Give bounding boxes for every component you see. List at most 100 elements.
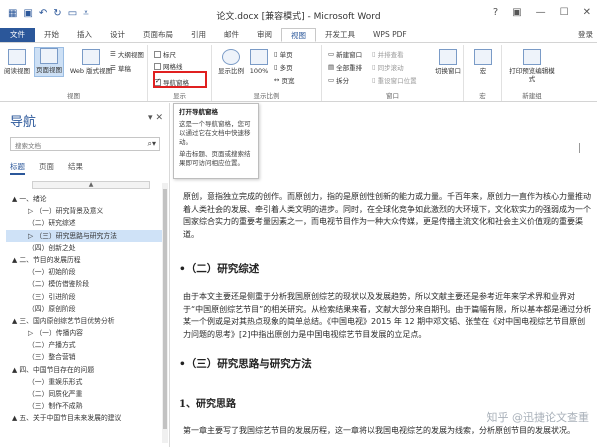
scrollbar-thumb[interactable] — [163, 189, 167, 429]
heading-research-method[interactable]: •（三）研究思路与研究方法 — [179, 356, 312, 371]
paragraph-intro[interactable]: 原创，意指独立完成的创作。而原创力，指的是原创性创新的能力或力量。千百年来，原创… — [183, 191, 593, 241]
tab-references[interactable]: 引用 — [182, 28, 215, 42]
read-mode-button[interactable]: 阅读视图 — [4, 49, 30, 75]
tab-wps-pdf[interactable]: WPS PDF — [364, 28, 416, 42]
nav-heading-item[interactable]: （二）模仿借鉴阶段 — [6, 278, 166, 290]
tab-pages[interactable]: 页面 — [39, 161, 54, 175]
nav-heading-item[interactable]: （二）产播方式 — [6, 339, 166, 351]
web-layout-button[interactable]: Web 版式视图 — [66, 49, 116, 75]
sync-scroll-button[interactable]: ▯ 同步滚动 — [372, 62, 404, 72]
tab-view[interactable]: 视图 — [281, 28, 316, 42]
nav-heading-label: （三）引进阶段 — [28, 292, 76, 301]
title-bar: ▦ ▣ ↶ ↻ ▭ ⩡ 论文.docx [兼容模式] - Microsoft W… — [0, 0, 597, 28]
split-button[interactable]: ▭ 拆分 — [328, 75, 349, 85]
multiple-pages-label: 多页 — [279, 64, 293, 72]
nav-heading-item[interactable]: ▲ 四、中国节目存在的问题 — [6, 364, 166, 376]
tab-design[interactable]: 设计 — [101, 28, 134, 42]
nav-heading-item[interactable]: ▲ 三、国内原创综艺节目优势分析 — [6, 315, 166, 327]
new-window-button[interactable]: ▭ 新建窗口 — [328, 49, 362, 59]
navigation-tabs: 标题 页面 结果 — [10, 161, 83, 175]
tab-headings[interactable]: 标题 — [10, 161, 25, 175]
nav-heading-item[interactable]: （四）原创阶段 — [6, 303, 166, 315]
ruler-checkbox[interactable]: 标尺 — [154, 49, 176, 59]
print-preview-edit-button[interactable]: 打印预览编辑模式 — [508, 49, 556, 83]
multiple-pages-button[interactable]: ▯ 多页 — [274, 62, 293, 72]
draft-view-button[interactable]: ☰ 草稿 — [110, 63, 131, 73]
print-layout-button[interactable]: 页面视图 — [34, 47, 64, 77]
tab-home[interactable]: 开始 — [35, 28, 68, 42]
nav-heading-item[interactable]: （二）同质化严重 — [6, 388, 166, 400]
sync-scroll-icon: ▯ — [372, 63, 376, 71]
minimize-button[interactable]: — — [536, 7, 546, 18]
nav-heading-item[interactable]: （一）重娱乐形式 — [6, 376, 166, 388]
tab-insert[interactable]: 插入 — [68, 28, 101, 42]
nav-heading-label: （二）同质化严重 — [28, 390, 83, 398]
page-width-button[interactable]: ↔ 页宽 — [274, 75, 294, 85]
zoom-button[interactable]: 显示比例 — [216, 49, 246, 75]
navigation-pane-highlight — [153, 71, 207, 88]
nav-heading-label: ▲ 四、中国节目存在的问题 — [12, 365, 95, 374]
paragraph-review[interactable]: 由于本文主要还是侧重于分析我国原创综艺的现状以及发展趋势，所以文献主要还是参考近… — [183, 291, 593, 341]
one-page-label: 单页 — [279, 51, 293, 59]
nav-heading-item[interactable]: （三）引进阶段 — [6, 291, 166, 303]
new-window-label: 新建窗口 — [336, 51, 363, 59]
nav-heading-item[interactable]: （四）创新之处 — [6, 242, 166, 254]
nav-heading-item[interactable]: ▲ 五、关于中国节目未来发展的建议 — [6, 412, 166, 424]
search-document-input[interactable]: 搜索文档 ⌕▾ — [10, 137, 160, 151]
arrange-all-button[interactable]: ▤ 全部重排 — [328, 62, 362, 72]
ruler-check-icon — [154, 50, 161, 58]
page-width-label: 页宽 — [281, 77, 295, 85]
heading-research-idea[interactable]: 1、研究思路 — [179, 395, 236, 410]
search-icon[interactable]: ⌕▾ — [148, 139, 157, 149]
nav-heading-item[interactable]: ▷ （三）研究思路与研究方法 — [6, 229, 166, 242]
nav-heading-item[interactable]: （三）整合营销 — [6, 351, 166, 363]
close-pane-icon[interactable]: ✕ — [155, 113, 163, 123]
side-by-side-button[interactable]: ▯ 并排查看 — [372, 49, 404, 59]
watermark: 知乎 @迅捷论文查重 — [486, 411, 590, 424]
maximize-button[interactable]: ☐ — [560, 7, 569, 18]
ribbon-display-options-button[interactable]: ▣ — [512, 7, 521, 18]
nav-heading-item[interactable]: ▲ 一、绪论 — [6, 193, 166, 205]
nav-heading-item[interactable]: （一）初始阶段 — [6, 266, 166, 278]
macros-label: 宏 — [479, 67, 487, 75]
tab-file[interactable]: 文件 — [0, 28, 35, 42]
outline-label: 大纲视图 — [117, 51, 144, 59]
nav-heading-item[interactable]: ▲ 二、节目的发展历程 — [6, 254, 166, 266]
macros-button[interactable]: 宏 — [472, 49, 494, 75]
switch-windows-icon — [439, 49, 457, 65]
help-button[interactable]: ? — [493, 7, 498, 18]
switch-windows-label: 切换窗口 — [435, 67, 461, 75]
collapse-headings-bar[interactable]: ▲ — [32, 181, 150, 189]
pane-options-icon[interactable]: ▾ — [148, 113, 153, 123]
tab-developer[interactable]: 开发工具 — [316, 28, 364, 42]
navigation-scrollbar[interactable] — [162, 183, 168, 443]
one-page-button[interactable]: ▯ 单页 — [274, 49, 293, 59]
tooltip-title: 打开导航窗格 — [179, 108, 218, 116]
views-group: 阅读视图 页面视图 Web 版式视图 ☰ 大纲视图 ☰ 草稿 视图 — [0, 45, 148, 101]
side-by-side-label: 并排查看 — [377, 51, 404, 59]
navigation-pane: 导航 ▾ ✕ 搜索文档 ⌕▾ 标题 页面 结果 ▲ ▲ 一、绪论 ▷ （一）研究背… — [0, 103, 170, 447]
tab-mailings[interactable]: 邮件 — [215, 28, 248, 42]
sign-in-link[interactable]: 登录 — [578, 29, 593, 40]
zoom-100-button[interactable]: 100% — [248, 49, 270, 75]
nav-heading-item[interactable]: （二）研究综述 — [6, 217, 166, 229]
outline-view-button[interactable]: ☰ 大纲视图 — [110, 49, 144, 59]
split-icon: ▭ — [328, 76, 335, 84]
search-placeholder: 搜索文档 — [15, 142, 41, 150]
gridlines-checkbox[interactable]: 网格线 — [154, 61, 183, 71]
close-button[interactable]: ✕ — [583, 7, 591, 18]
switch-windows-button[interactable]: 切换窗口 — [434, 49, 462, 75]
nav-heading-item[interactable]: （三）制作不成熟 — [6, 400, 166, 412]
reset-window-button[interactable]: ▯ 重设窗口位置 — [372, 75, 417, 85]
navigation-pane-title: 导航 — [10, 115, 37, 130]
ribbon-tabs: 文件 开始 插入 设计 页面布局 引用 邮件 审阅 视图 开发工具 WPS PD… — [0, 28, 597, 42]
nav-heading-item[interactable]: ▷ （一）传播内容 — [6, 327, 166, 339]
paragraph-idea[interactable]: 第一章主要写了我国综艺节目的发展历程，这一章将以我国电视综艺的发展为线索，分析原… — [183, 425, 593, 438]
macros-group-label: 宏 — [479, 92, 486, 100]
tab-results[interactable]: 结果 — [68, 161, 83, 175]
tab-layout[interactable]: 页面布局 — [134, 28, 182, 42]
tab-review[interactable]: 审阅 — [248, 28, 281, 42]
heading-research-review[interactable]: •（二）研究综述 — [179, 261, 259, 276]
nav-heading-item[interactable]: ▷ （一）研究背景及意义 — [6, 205, 166, 217]
macros-group: 宏 宏 — [464, 45, 502, 101]
